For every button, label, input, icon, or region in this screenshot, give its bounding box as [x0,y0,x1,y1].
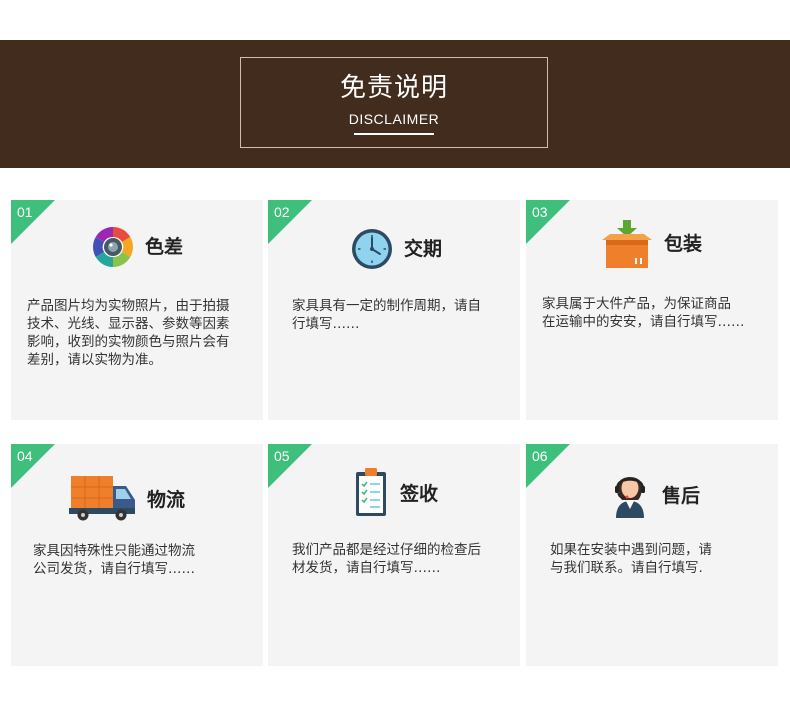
card-number: 04 [17,448,33,464]
card-logistics: 04 物流 家具因特殊性只能通过物流 公司发货，请自行填写…… [11,444,263,666]
card-description: 产品图片均为实物照片，由于拍摄 技术、光线、显示器、参数等因素 影响，收到的实物… [27,298,230,368]
page-title: 免责说明 [339,73,448,103]
card-title: 物流 [147,489,186,511]
card-title: 签收 [400,483,439,505]
card-number: 06 [532,448,548,464]
card-description: 我们产品都是经过仔细的检查后 材发货，请自行填写…… [292,542,481,576]
card-title: 包装 [664,233,703,255]
card-number: 05 [274,448,290,464]
subtitle-underline [354,133,434,135]
card-after-sales: 06 售后 如果在安装中遇到问题，请 与我们联系。请自行填写. [526,444,778,666]
package-box-icon [602,220,652,268]
card-color-difference: 01 色差 产品图片均为实物照片，由于拍摄 技术、光线、显示器、参数等因素 影响… [11,200,263,420]
color-wheel-icon [93,227,133,267]
card-number: 03 [532,204,548,220]
clock-icon [352,229,392,269]
card-description: 家具属于大件产品，为保证商品 在运输中的安安，请自行填写…… [542,296,745,330]
customer-service-icon [615,477,645,518]
card-packaging: 03 包装 家具属于大件产品，为保证商品 在运输中的安安，请自行填写…… [526,200,778,420]
page-subtitle: DISCLAIMER [348,111,440,127]
card-title: 交期 [404,238,443,260]
card-signing: 05 签收 我们产品都是经过仔细的检查后 材发货，请自行填写…… [268,444,520,666]
card-number: 02 [274,204,290,220]
card-description: 家具具有一定的制作周期，请自 行填写…… [292,298,481,332]
card-description: 如果在安装中遇到问题，请 与我们联系。请自行填写. [550,542,712,576]
card-number: 01 [17,204,33,220]
card-title: 售后 [662,485,701,507]
delivery-truck-icon [69,476,135,521]
card-delivery-time: 02 交期 家具具有一定的制作周期，请自 行填写…… [268,200,520,420]
banner-title-box: 免责说明 DISCLAIMER [240,57,548,148]
card-title: 色差 [145,236,184,258]
disclaimer-banner: 免责说明 DISCLAIMER [0,40,790,168]
card-description: 家具因特殊性只能通过物流 公司发货，请自行填写…… [33,543,195,577]
checklist-clipboard-icon [356,468,386,516]
